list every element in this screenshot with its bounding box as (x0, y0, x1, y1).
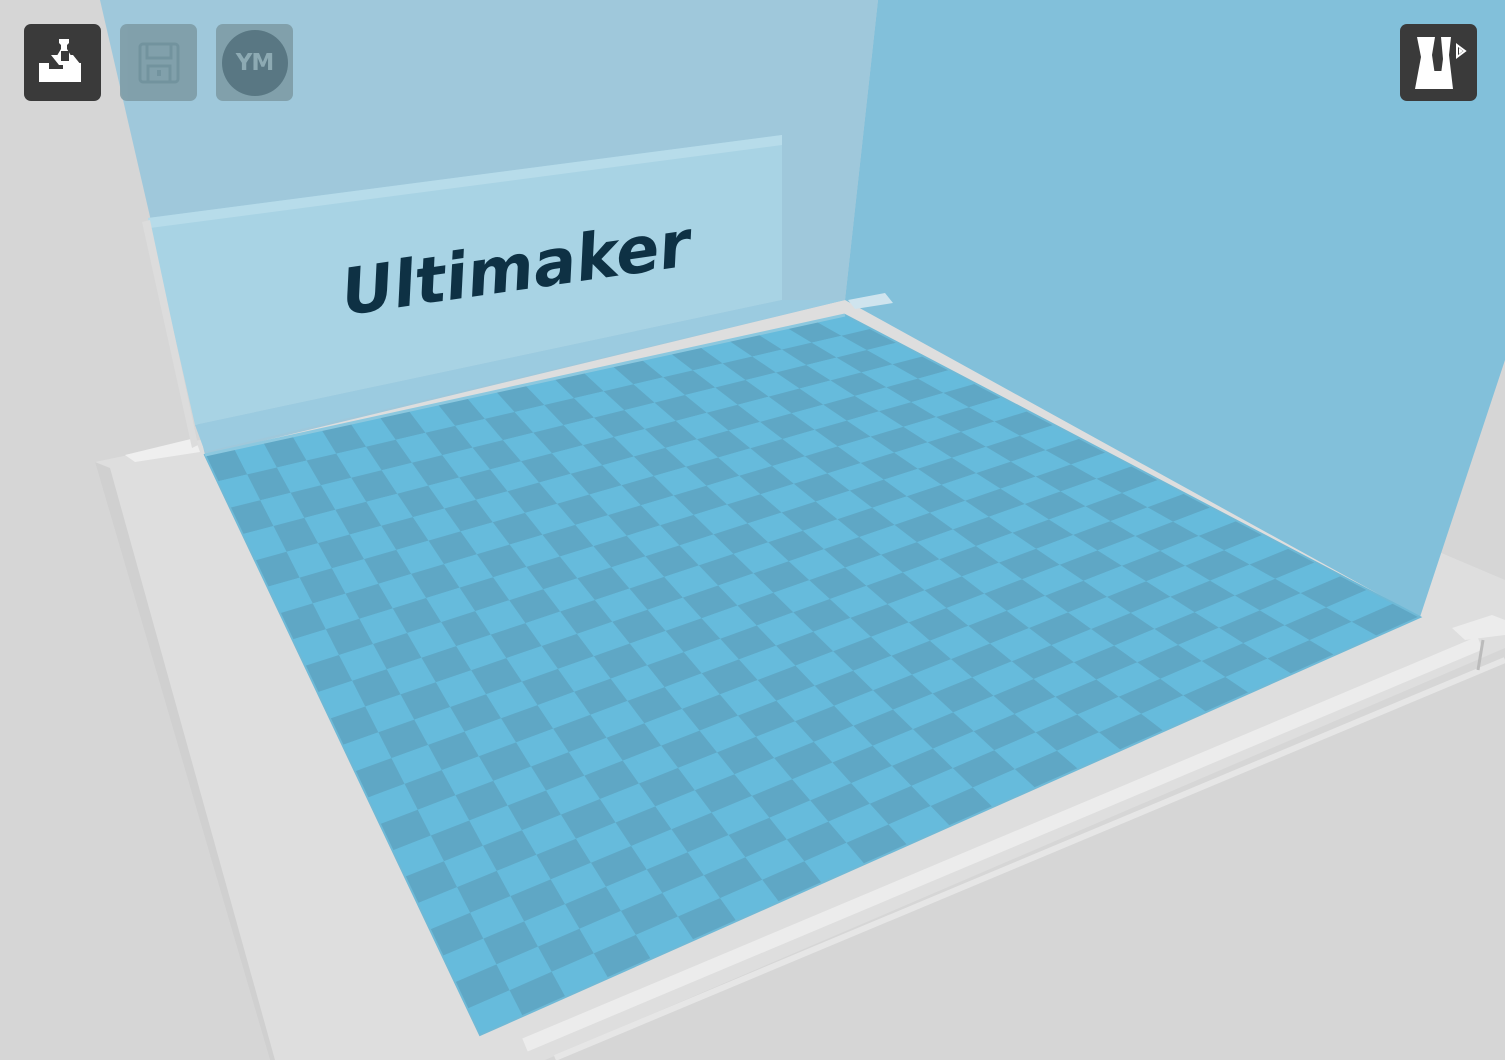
youmagine-label: YM (235, 49, 275, 76)
save-floppy-icon (138, 42, 179, 83)
youmagine-button[interactable]: YM (216, 24, 293, 101)
youmagine-icon: YM (221, 29, 288, 96)
save-button[interactable] (120, 24, 197, 101)
open-file-button[interactable] (24, 24, 101, 101)
open-file-icon (38, 38, 81, 82)
view-mode-button[interactable] (1400, 24, 1477, 101)
3d-viewport[interactable]: Ultimaker YM (0, 0, 1505, 1060)
build-volume-scene[interactable]: Ultimaker (0, 0, 1505, 1060)
view-mode-icon (1414, 36, 1467, 89)
